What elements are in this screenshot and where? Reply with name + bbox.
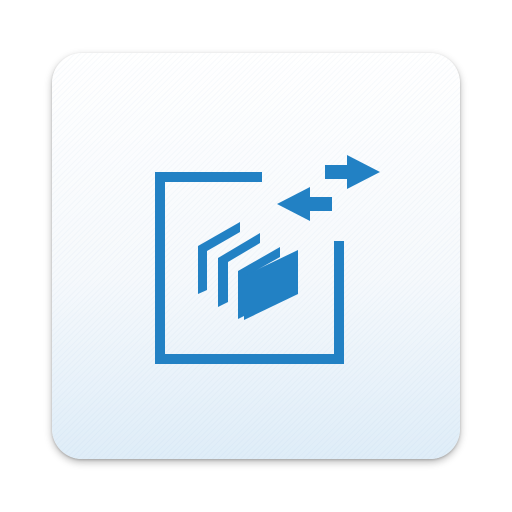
left-arrow-icon [277,187,332,221]
app-icon-canvas [0,0,512,512]
right-arrow-icon [325,155,380,189]
transfer-files-icon [155,155,380,364]
document-stack-icon [198,222,298,320]
